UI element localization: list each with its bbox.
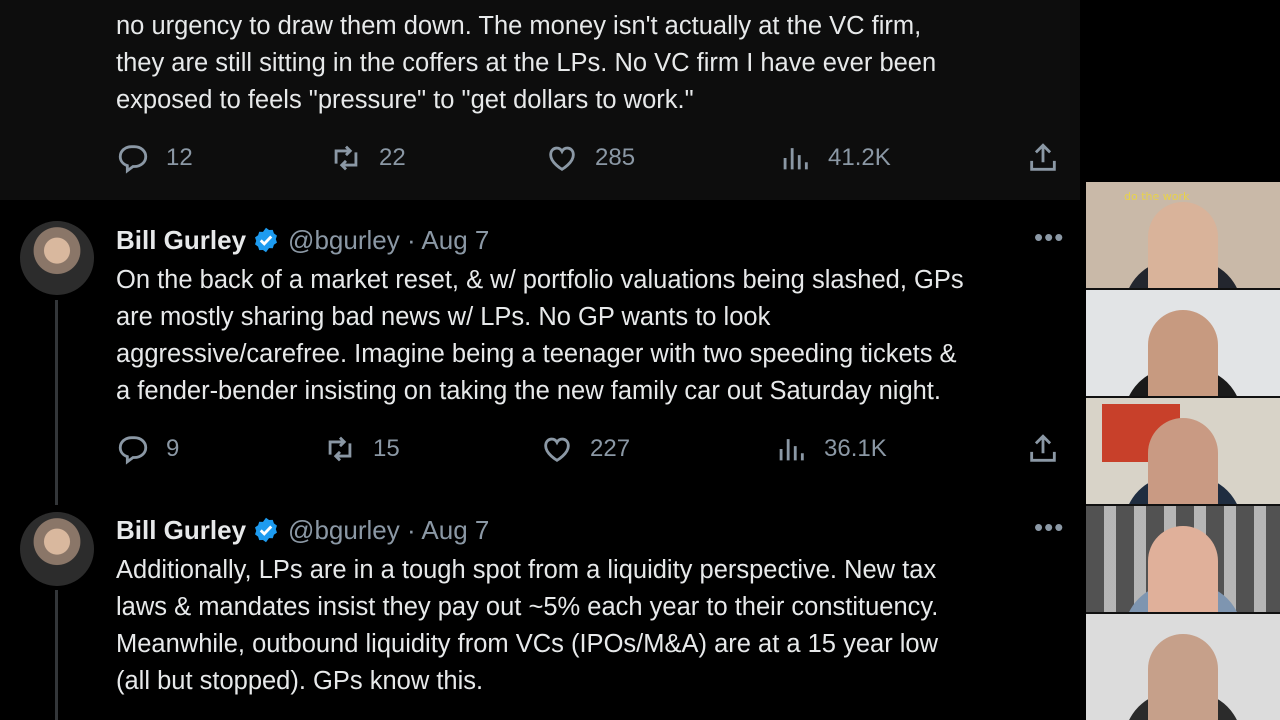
tweet-2[interactable]: Bill Gurley @bgurley · Aug 7 ••• On the … [0, 200, 1080, 490]
like-button[interactable]: 227 [540, 432, 630, 466]
author-handle[interactable]: @bgurley · Aug 7 [288, 515, 489, 546]
tweet-3-header: Bill Gurley @bgurley · Aug 7 [116, 512, 489, 548]
views-count: 41.2K [828, 144, 891, 171]
participant-tile [1086, 398, 1280, 504]
video-call-panel: do the work [1086, 182, 1280, 720]
retweet-icon [334, 145, 358, 171]
like-icon [549, 146, 575, 171]
share-button[interactable] [1026, 432, 1060, 466]
tweet-1-actions: 12 22 285 41.2K [116, 141, 1061, 181]
more-icon[interactable]: ••• [1034, 222, 1064, 253]
more-icon[interactable]: ••• [1034, 512, 1064, 543]
views-button[interactable]: 41.2K [778, 141, 891, 175]
views-icon [779, 439, 804, 461]
tweet-2-actions: 9 15 227 36.1K [116, 432, 1061, 472]
views-icon [783, 148, 808, 170]
author-handle[interactable]: @bgurley · Aug 7 [288, 225, 489, 256]
retweet-count: 15 [373, 435, 400, 462]
tweet-2-text: On the back of a market reset, & w/ port… [116, 266, 964, 405]
views-button[interactable]: 36.1K [774, 432, 887, 466]
like-button[interactable]: 285 [545, 141, 635, 175]
reply-button[interactable]: 9 [116, 432, 179, 466]
participant-face [1148, 310, 1218, 396]
neon-sign: do the work [1124, 190, 1190, 203]
tweet-2-header: Bill Gurley @bgurley · Aug 7 [116, 222, 489, 258]
verified-badge-icon [255, 227, 278, 253]
verified-badge-icon [255, 517, 278, 543]
author-name[interactable]: Bill Gurley [116, 225, 246, 256]
tweet-3[interactable]: Bill Gurley @bgurley · Aug 7 ••• Additio… [0, 490, 1080, 720]
share-icon [1030, 434, 1056, 462]
avatar[interactable] [20, 512, 94, 586]
avatar[interactable] [20, 221, 94, 295]
views-count: 36.1K [824, 435, 887, 462]
tweet-1[interactable]: no urgency to draw them down. The money … [0, 0, 1080, 200]
reply-icon [118, 145, 148, 174]
participant-tile [1086, 290, 1280, 396]
reply-button[interactable]: 12 [116, 141, 193, 175]
retweet-button[interactable]: 22 [329, 141, 406, 175]
tweet-feed: no urgency to draw them down. The money … [0, 0, 1080, 720]
share-icon [1030, 143, 1056, 171]
like-icon [544, 437, 570, 462]
participant-face [1148, 526, 1218, 612]
participant-face [1148, 418, 1218, 504]
reply-count: 9 [166, 435, 180, 462]
retweet-icon [328, 436, 352, 462]
author-name[interactable]: Bill Gurley [116, 515, 246, 546]
participant-tile [1086, 506, 1280, 612]
reply-icon [118, 436, 148, 465]
participant-tile [1086, 614, 1280, 720]
tweet-1-text: no urgency to draw them down. The money … [116, 12, 937, 114]
retweet-count: 22 [379, 144, 406, 171]
reply-count: 12 [166, 144, 193, 171]
like-count: 227 [590, 435, 631, 462]
participant-face [1148, 202, 1218, 288]
like-count: 285 [595, 144, 636, 171]
participant-face [1148, 634, 1218, 720]
share-button[interactable] [1026, 141, 1060, 175]
tweet-3-text: Additionally, LPs are in a tough spot fr… [116, 556, 939, 695]
participant-tile: do the work [1086, 182, 1280, 288]
retweet-button[interactable]: 15 [323, 432, 400, 466]
